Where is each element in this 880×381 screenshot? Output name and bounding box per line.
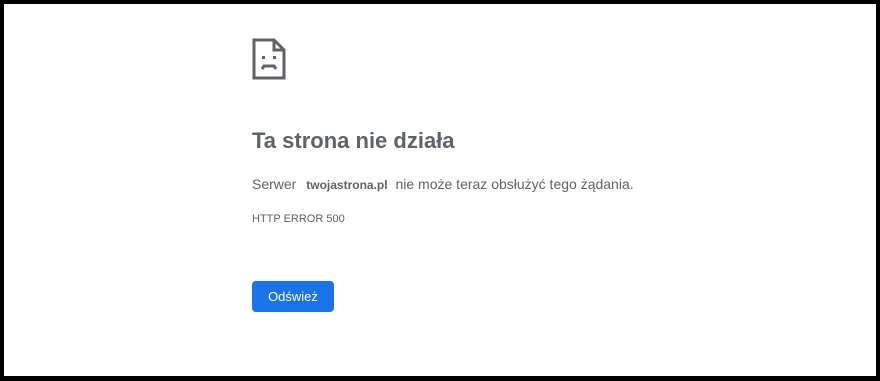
error-message-prefix: Serwer [252,176,297,192]
error-host: twojastrona.pl [306,178,388,192]
error-message: Serwer twojastrona.pl nie może teraz obs… [252,176,634,192]
browser-viewport: Ta strona nie działa Serwer twojastrona.… [4,4,876,376]
error-code: HTTP ERROR 500 [252,213,345,225]
sad-page-icon [252,38,286,80]
reload-button[interactable]: Odśwież [252,281,334,312]
error-title: Ta strona nie działa [252,128,455,153]
error-message-suffix: nie może teraz obsłużyć tego żądania. [395,176,634,192]
